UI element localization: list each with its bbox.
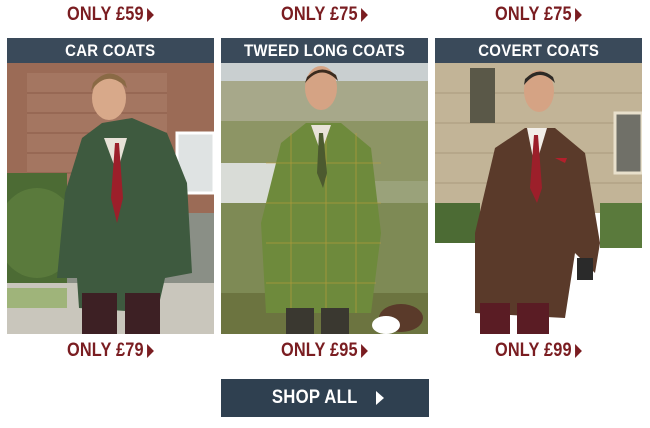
card-title: CAR COATS (65, 40, 156, 60)
top-price-3[interactable]: ONLY £75 (449, 0, 627, 30)
shop-all-label: SHOP ALL (272, 387, 358, 408)
card-header: COVERT COATS (435, 38, 642, 63)
price-tweed-long-coats[interactable]: ONLY £95 (235, 336, 413, 366)
top-price-1-label: ONLY £59 (66, 4, 144, 25)
product-card-covert-coats[interactable]: COVERT COATS (435, 38, 642, 334)
price-label: ONLY £99 (494, 340, 572, 361)
card-title: TWEED LONG COATS (243, 40, 406, 60)
price-label: ONLY £79 (66, 340, 144, 361)
card-header: CAR COATS (7, 38, 214, 63)
product-card-car-coats[interactable]: CAR COATS (7, 38, 214, 334)
chevron-right-icon (575, 344, 583, 358)
shop-all-button[interactable]: SHOP ALL (221, 379, 429, 417)
chevron-right-icon (361, 8, 369, 22)
product-image-tweed-long-coats[interactable] (221, 63, 428, 334)
chevron-right-icon (361, 344, 369, 358)
card-header: TWEED LONG COATS (221, 38, 428, 63)
top-price-1[interactable]: ONLY £59 (21, 0, 199, 30)
card-title: COVERT COATS (478, 40, 599, 60)
chevron-right-icon (575, 8, 583, 22)
chevron-right-icon (147, 8, 155, 22)
product-image-car-coats[interactable] (7, 63, 214, 334)
price-label: ONLY £95 (280, 340, 358, 361)
chevron-right-icon (375, 391, 384, 405)
chevron-right-icon (147, 344, 155, 358)
product-card-tweed-long-coats[interactable]: TWEED LONG COATS (221, 38, 428, 334)
top-price-2[interactable]: ONLY £75 (235, 0, 413, 30)
price-car-coats[interactable]: ONLY £79 (21, 336, 199, 366)
top-price-2-label: ONLY £75 (280, 4, 358, 25)
price-covert-coats[interactable]: ONLY £99 (449, 336, 627, 366)
product-image-covert-coats[interactable] (435, 63, 642, 334)
top-price-3-label: ONLY £75 (494, 4, 572, 25)
